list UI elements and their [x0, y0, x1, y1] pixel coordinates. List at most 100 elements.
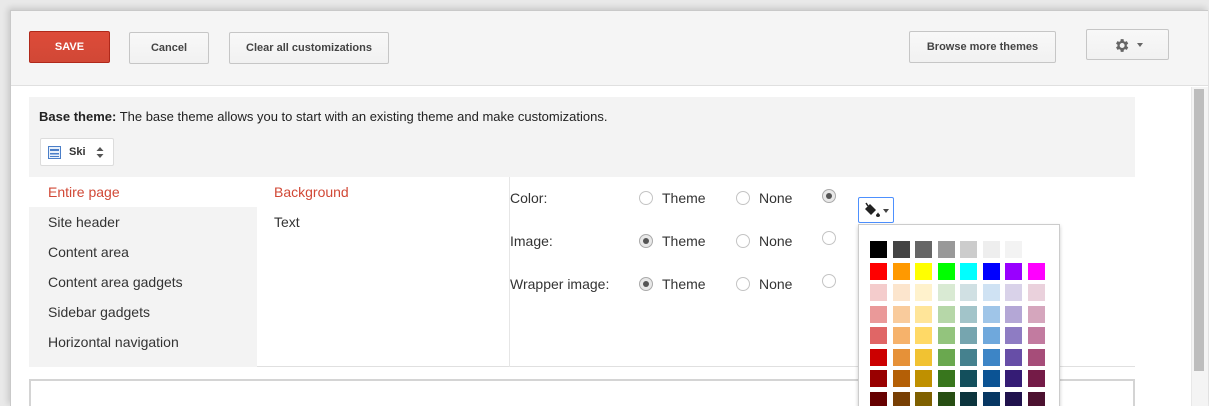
color-swatch[interactable] [981, 261, 1001, 281]
color-swatch[interactable] [959, 347, 978, 367]
color-swatch[interactable] [1026, 369, 1046, 388]
color-swatch[interactable] [959, 369, 978, 388]
category-item[interactable]: Content area gadgets [29, 267, 257, 297]
theme-icon [48, 146, 61, 159]
color-theme-label: Theme [662, 190, 706, 206]
color-swatch[interactable] [959, 326, 978, 345]
color-swatch[interactable] [981, 240, 1001, 259]
color-swatch[interactable] [1004, 369, 1023, 388]
save-button[interactable]: SAVE [29, 31, 110, 63]
color-swatch[interactable] [959, 261, 978, 281]
image-custom-radio[interactable] [822, 231, 836, 245]
settings-menu-button[interactable] [1086, 29, 1169, 60]
paint-bucket-icon [865, 202, 880, 217]
color-swatch[interactable] [891, 261, 911, 281]
color-swatch[interactable] [914, 369, 933, 388]
color-swatch[interactable] [891, 390, 911, 406]
toolbar: SAVE Cancel Clear all customizations Bro… [11, 11, 1208, 86]
color-swatch[interactable] [914, 240, 933, 259]
color-swatch[interactable] [1026, 304, 1046, 324]
color-swatch[interactable] [1004, 304, 1023, 324]
color-custom-radio[interactable] [822, 189, 836, 203]
color-swatch[interactable] [1026, 390, 1046, 406]
category-item[interactable]: Sidebar gadgets [29, 297, 257, 327]
color-swatch[interactable] [891, 369, 911, 388]
color-swatch[interactable] [1004, 347, 1023, 367]
color-swatch[interactable] [1004, 240, 1023, 259]
category-item[interactable]: Horizontal navigation [29, 327, 257, 357]
base-theme-heading: Base theme: [39, 109, 117, 124]
wrapper-custom-radio[interactable] [822, 274, 836, 288]
subcategory-item[interactable]: Text [274, 214, 300, 230]
color-swatch[interactable] [936, 326, 956, 345]
color-swatch[interactable] [981, 369, 1001, 388]
color-swatch[interactable] [1004, 283, 1023, 302]
color-swatch[interactable] [914, 261, 933, 281]
color-swatch[interactable] [936, 304, 956, 324]
color-swatch[interactable] [1004, 326, 1023, 345]
color-swatch[interactable] [891, 347, 911, 367]
wrapper-theme-radio[interactable] [639, 277, 653, 291]
color-swatch[interactable] [869, 304, 888, 324]
subcategory-item[interactable]: Background [274, 184, 349, 200]
color-swatch[interactable] [959, 240, 978, 259]
color-swatch[interactable] [981, 390, 1001, 406]
color-swatch[interactable] [981, 347, 1001, 367]
theme-designer-panel: SAVE Cancel Clear all customizations Bro… [10, 10, 1208, 406]
wrapper-image-label: Wrapper image: [510, 276, 610, 292]
color-swatch[interactable] [869, 283, 888, 302]
color-swatch[interactable] [1026, 283, 1046, 302]
image-theme-radio[interactable] [639, 234, 653, 248]
color-swatch[interactable] [936, 390, 956, 406]
color-swatch[interactable] [981, 283, 1001, 302]
color-swatch[interactable] [914, 390, 933, 406]
color-swatch[interactable] [1004, 261, 1023, 281]
category-item[interactable]: Entire page [29, 177, 257, 207]
color-swatch[interactable] [936, 261, 956, 281]
clear-customizations-button[interactable]: Clear all customizations [229, 32, 389, 64]
color-picker-button[interactable] [858, 197, 894, 223]
color-swatch[interactable] [936, 240, 956, 259]
color-swatch[interactable] [936, 283, 956, 302]
color-swatch[interactable] [891, 240, 911, 259]
scrollbar-thumb[interactable] [1194, 89, 1204, 371]
color-swatch[interactable] [1026, 240, 1046, 259]
color-swatch[interactable] [869, 369, 888, 388]
color-swatch[interactable] [936, 347, 956, 367]
color-swatch[interactable] [869, 261, 888, 281]
category-item[interactable]: Content area [29, 237, 257, 267]
color-swatch[interactable] [914, 304, 933, 324]
browse-themes-button[interactable]: Browse more themes [909, 31, 1056, 63]
color-swatch[interactable] [869, 240, 888, 259]
image-none-radio[interactable] [736, 234, 750, 248]
color-swatch[interactable] [914, 326, 933, 345]
color-swatch[interactable] [891, 326, 911, 345]
color-swatch[interactable] [1026, 326, 1046, 345]
color-swatch[interactable] [914, 347, 933, 367]
subcategory-list: Background Text [257, 177, 510, 367]
color-none-radio[interactable] [736, 191, 750, 205]
color-swatch[interactable] [869, 347, 888, 367]
color-swatch[interactable] [981, 326, 1001, 345]
base-theme-select[interactable]: Ski [40, 138, 114, 166]
color-swatch[interactable] [1026, 261, 1046, 281]
color-swatch[interactable] [1026, 347, 1046, 367]
color-swatch[interactable] [891, 283, 911, 302]
color-swatch[interactable] [914, 283, 933, 302]
color-swatch[interactable] [981, 304, 1001, 324]
color-swatch[interactable] [959, 390, 978, 406]
cancel-button[interactable]: Cancel [129, 32, 209, 64]
wrapper-none-radio[interactable] [736, 277, 750, 291]
category-item[interactable]: Site header [29, 207, 257, 237]
color-swatch[interactable] [936, 369, 956, 388]
color-swatch[interactable] [959, 283, 978, 302]
color-swatch[interactable] [869, 390, 888, 406]
color-label: Color: [510, 190, 548, 206]
color-swatch[interactable] [869, 326, 888, 345]
base-theme-text: The base theme allows you to start with … [116, 109, 608, 124]
color-swatch[interactable] [1004, 390, 1023, 406]
color-swatch[interactable] [891, 304, 911, 324]
color-palette-popup [858, 224, 1060, 406]
color-theme-radio[interactable] [639, 191, 653, 205]
color-swatch[interactable] [959, 304, 978, 324]
